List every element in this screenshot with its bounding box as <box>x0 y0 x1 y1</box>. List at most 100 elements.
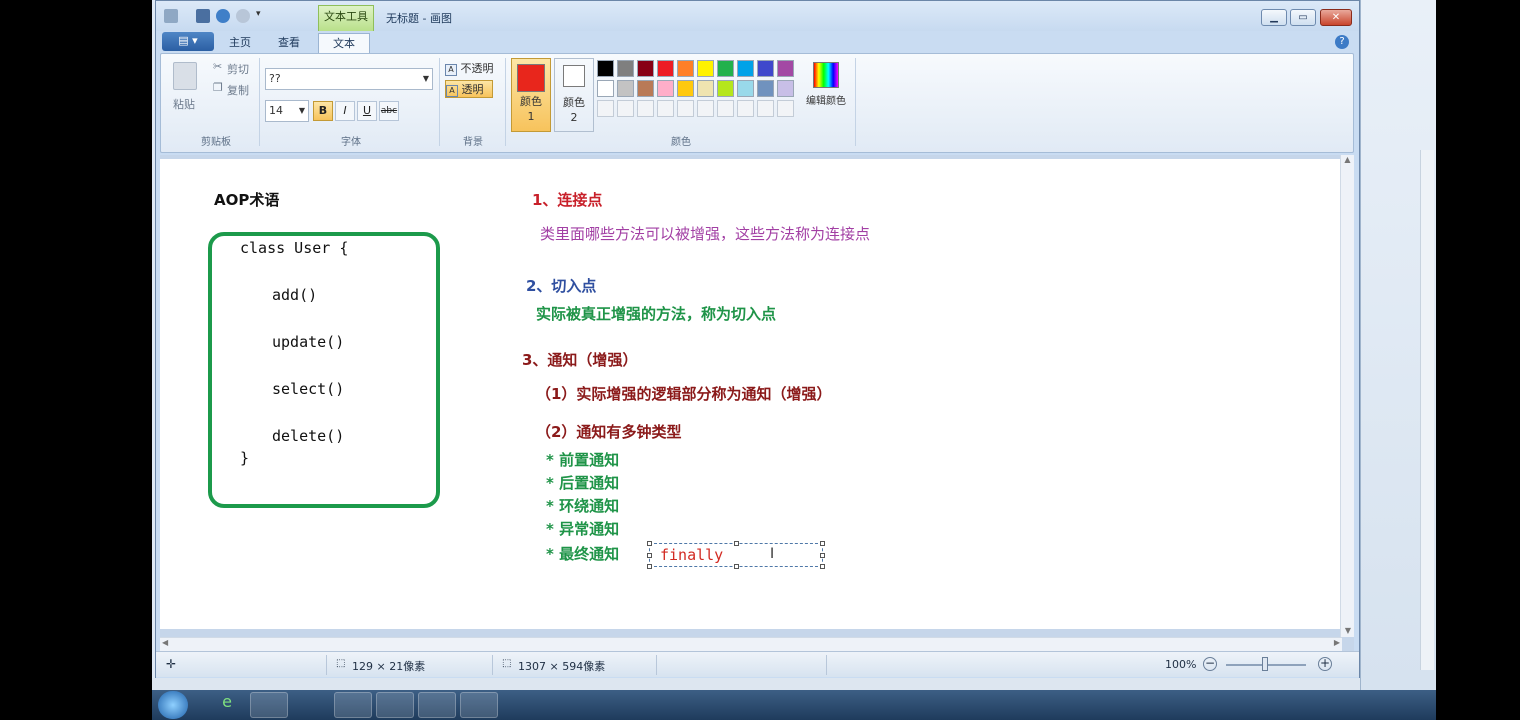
tab-text[interactable]: 文本 <box>318 33 370 53</box>
palette-swatch[interactable] <box>697 80 714 97</box>
palette-swatch-empty[interactable] <box>657 100 674 117</box>
scroll-left-icon[interactable]: ◀ <box>162 638 168 647</box>
font-size-select[interactable]: 14 ▼ <box>265 100 309 122</box>
zoom-level: 100% <box>1165 658 1197 671</box>
palette-swatch[interactable] <box>757 60 774 77</box>
bold-button[interactable]: B <box>313 101 333 121</box>
paste-button[interactable]: 粘贴 <box>173 96 195 112</box>
chrome-icon[interactable] <box>376 692 414 718</box>
code-line: add() <box>272 286 318 304</box>
scroll-down-icon[interactable]: ▼ <box>1341 626 1355 635</box>
palette-swatch[interactable] <box>617 60 634 77</box>
ribbon-tabs: ▤ ▾ 主页 查看 文本 ? <box>156 31 1359 53</box>
color1-button[interactable]: 颜色 1 <box>511 58 551 132</box>
text-editing-input[interactable]: finally <box>660 546 723 564</box>
minimize-button[interactable]: ▁ <box>1261 9 1287 26</box>
palette-swatch-empty[interactable] <box>597 100 614 117</box>
palette-swatch[interactable] <box>697 60 714 77</box>
palette-swatch[interactable] <box>597 80 614 97</box>
color2-button[interactable]: 颜色 2 <box>554 58 594 132</box>
tab-home[interactable]: 主页 <box>220 33 260 53</box>
palette-swatch[interactable] <box>777 80 794 97</box>
zoom-slider-thumb[interactable] <box>1262 657 1268 671</box>
palette-swatch-empty[interactable] <box>697 100 714 117</box>
palette-swatch[interactable] <box>677 80 694 97</box>
palette-swatch[interactable] <box>657 80 674 97</box>
font-family-select[interactable]: ?? ▼ <box>265 68 433 90</box>
palette-swatch[interactable] <box>717 80 734 97</box>
copy-button[interactable]: 复制 <box>227 82 249 98</box>
resize-handle[interactable] <box>647 553 652 558</box>
palette-swatch[interactable] <box>737 60 754 77</box>
maximize-button[interactable]: ▭ <box>1290 9 1316 26</box>
palette-swatch-empty[interactable] <box>737 100 754 117</box>
palette-swatch-empty[interactable] <box>717 100 734 117</box>
tab-view[interactable]: 查看 <box>268 33 310 53</box>
palette-swatch[interactable] <box>717 60 734 77</box>
palette-swatch[interactable] <box>657 60 674 77</box>
resize-handle[interactable] <box>734 541 739 546</box>
qat-dropdown-icon[interactable]: ▾ <box>256 9 266 23</box>
scissors-icon[interactable]: ✂ <box>213 60 222 73</box>
palette-swatch[interactable] <box>597 60 614 77</box>
resize-handle[interactable] <box>647 564 652 569</box>
paste-icon[interactable] <box>173 62 197 90</box>
section3-item1: （1）实际增强的逻辑部分称为通知（增强） <box>536 385 832 403</box>
scroll-up-icon[interactable]: ▲ <box>1341 155 1354 164</box>
status-divider <box>656 655 657 675</box>
palette-swatch-empty[interactable] <box>617 100 634 117</box>
palette-swatch-empty[interactable] <box>757 100 774 117</box>
palette-swatch[interactable] <box>637 80 654 97</box>
opaque-button[interactable]: A 不透明 <box>445 60 499 76</box>
code-line: delete() <box>272 427 345 445</box>
code-line: update() <box>272 333 345 351</box>
palette-swatch-empty[interactable] <box>637 100 654 117</box>
palette-swatch[interactable] <box>677 60 694 77</box>
app-icon[interactable] <box>292 692 330 718</box>
redo-icon[interactable] <box>236 9 250 23</box>
palette-swatch-empty[interactable] <box>677 100 694 117</box>
palette-swatch[interactable] <box>757 80 774 97</box>
ribbon-separator <box>259 58 260 146</box>
selection-size-icon: ⬚ <box>336 658 346 669</box>
start-button[interactable] <box>158 691 188 719</box>
resize-handle[interactable] <box>820 564 825 569</box>
transparent-button[interactable]: A 透明 <box>445 80 493 98</box>
resize-handle[interactable] <box>647 541 652 546</box>
horizontal-scrollbar[interactable]: ◀ ▶ <box>160 637 1342 651</box>
copy-icon[interactable]: ❐ <box>213 81 223 94</box>
palette-swatch[interactable] <box>617 80 634 97</box>
palette-swatch-empty[interactable] <box>777 100 794 117</box>
close-button[interactable]: ✕ <box>1320 9 1352 26</box>
advice-type-item: * 最终通知 <box>546 545 620 563</box>
text-selection-box[interactable]: finally I <box>647 541 825 569</box>
app-icon[interactable] <box>164 9 178 23</box>
help-icon[interactable]: ? <box>1335 35 1349 49</box>
paint-icon[interactable] <box>418 692 456 718</box>
transparent-icon: A <box>446 85 458 97</box>
resize-handle[interactable] <box>820 553 825 558</box>
strikethrough-button[interactable]: abc <box>379 101 399 121</box>
palette-swatch[interactable] <box>637 60 654 77</box>
zoom-in-button[interactable]: + <box>1318 657 1332 671</box>
palette-swatch[interactable] <box>737 80 754 97</box>
section3-title: 3、通知（增强） <box>522 351 638 369</box>
edit-colors-button[interactable]: 编辑颜色 <box>801 60 851 130</box>
ie-icon[interactable]: e <box>208 692 246 718</box>
word-icon[interactable] <box>334 692 372 718</box>
paint-menu-button[interactable]: ▤ ▾ <box>162 32 214 51</box>
resize-handle[interactable] <box>734 564 739 569</box>
undo-icon[interactable] <box>216 9 230 23</box>
italic-button[interactable]: I <box>335 101 355 121</box>
explorer-icon[interactable] <box>460 692 498 718</box>
scroll-right-icon[interactable]: ▶ <box>1334 638 1340 647</box>
cut-button[interactable]: 剪切 <box>227 61 249 77</box>
palette-swatch[interactable] <box>777 60 794 77</box>
resize-handle[interactable] <box>820 541 825 546</box>
save-icon[interactable] <box>196 9 210 23</box>
zoom-out-button[interactable]: − <box>1203 657 1217 671</box>
underline-button[interactable]: U <box>357 101 377 121</box>
drawing-canvas[interactable]: AOP术语 class User { add() update() select… <box>160 159 1342 629</box>
intellij-icon[interactable] <box>250 692 288 718</box>
vertical-scrollbar[interactable]: ▲ ▼ <box>1340 155 1354 637</box>
